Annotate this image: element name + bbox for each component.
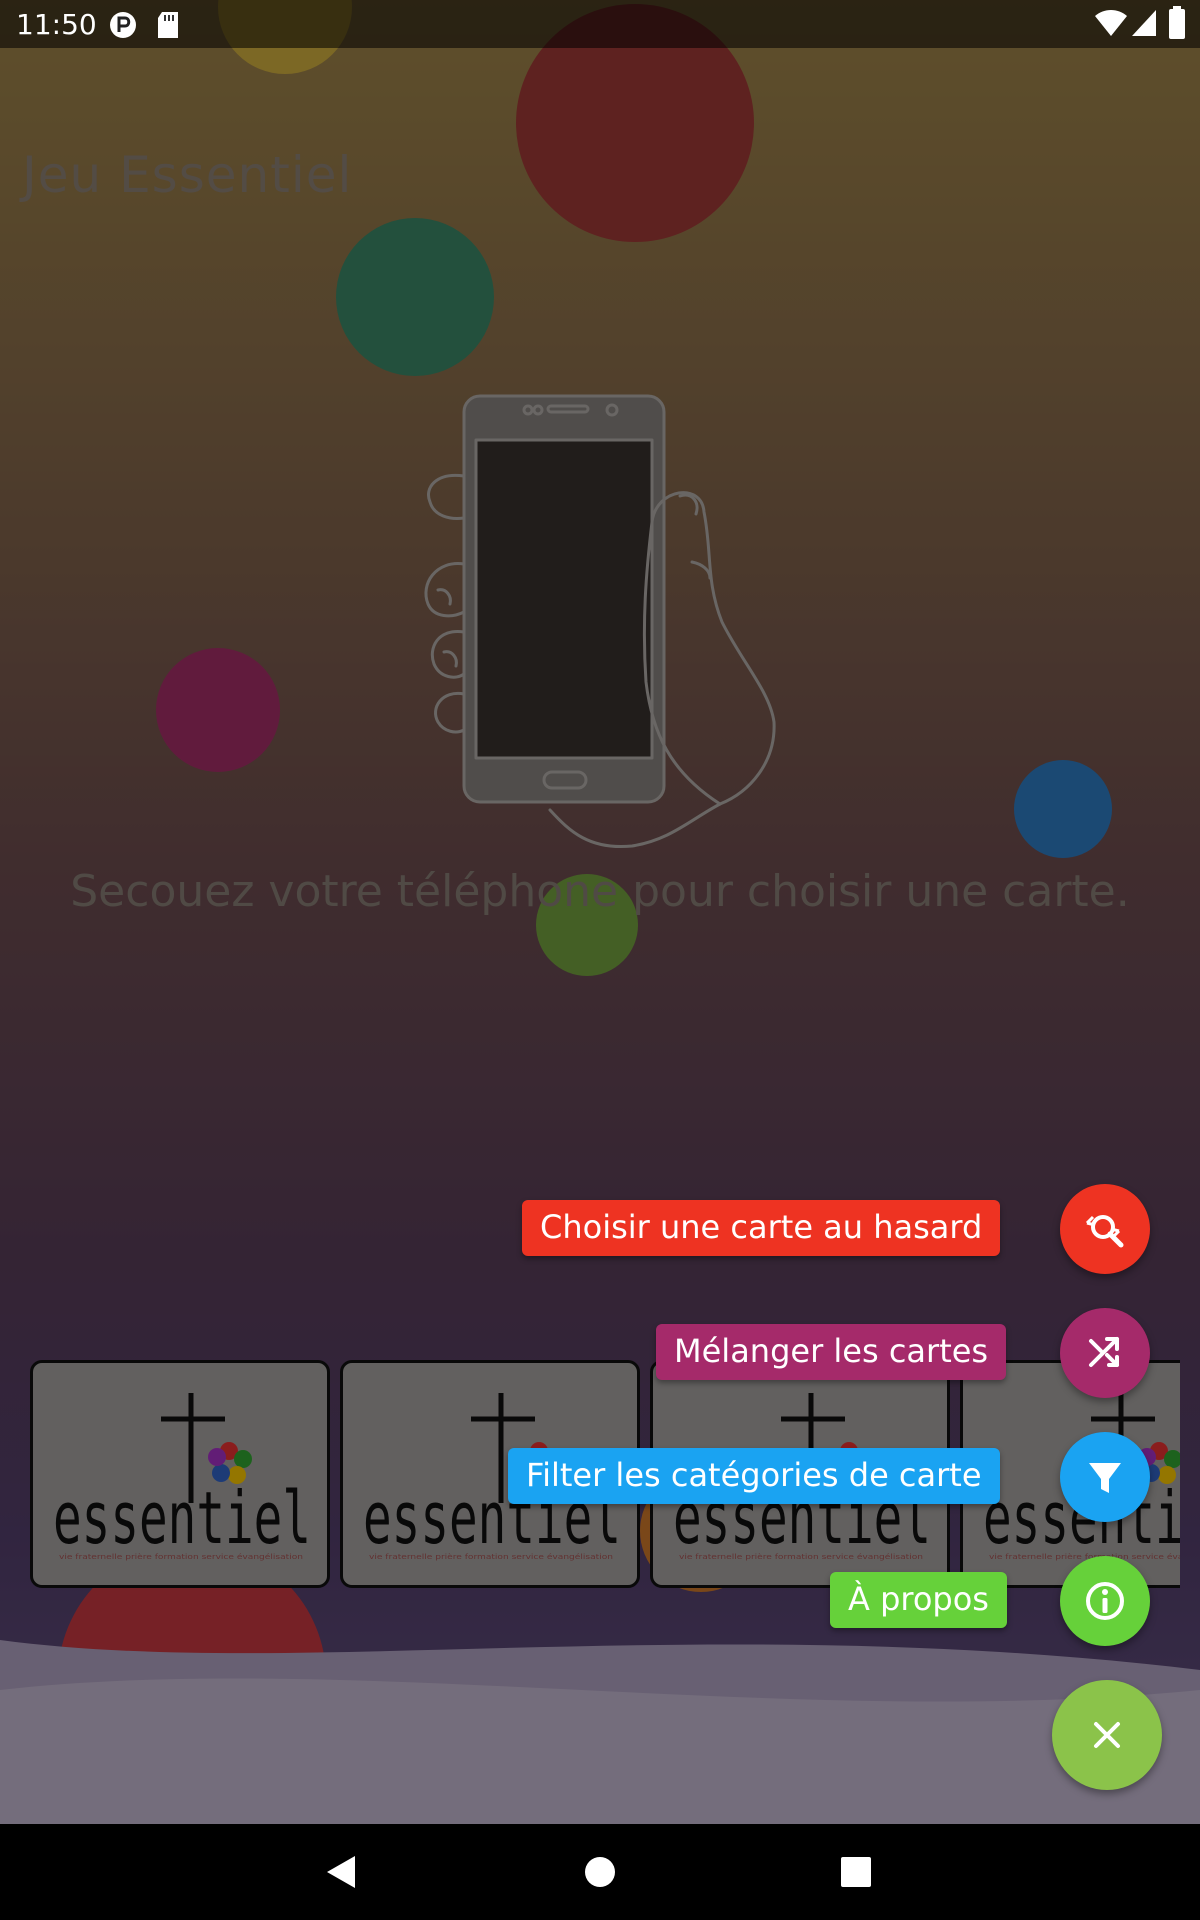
shuffle-cards-label[interactable]: Mélanger les cartes [656, 1324, 1007, 1380]
filter-icon [1089, 1463, 1121, 1493]
about-button[interactable] [1060, 1556, 1150, 1646]
wifi-icon [1095, 10, 1127, 36]
recents-button[interactable] [796, 1824, 916, 1920]
back-icon [327, 1856, 355, 1888]
shuffle-cards-label-text: Mélanger les cartes [674, 1332, 989, 1370]
about-label[interactable]: À propos [830, 1572, 1007, 1628]
home-button[interactable] [540, 1824, 660, 1920]
info-icon [1086, 1582, 1124, 1620]
shuffle-button[interactable] [1060, 1308, 1150, 1398]
about-label-text: À propos [848, 1580, 989, 1618]
filter-categories-label-text: Filter les catégories de carte [526, 1456, 982, 1494]
status-bar: 11:50 [0, 0, 1200, 48]
home-icon [585, 1857, 615, 1887]
filter-categories-label[interactable]: Filter les catégories de carte [508, 1448, 1000, 1504]
close-menu-button[interactable] [1052, 1680, 1162, 1790]
status-time: 11:50 [16, 8, 97, 41]
menu-scrim[interactable] [0, 0, 1200, 1824]
close-icon [1094, 1722, 1120, 1748]
random-card-button[interactable] [1060, 1184, 1150, 1274]
random-search-icon [1085, 1215, 1124, 1248]
shuffle-icon [1089, 1337, 1119, 1367]
recents-icon [841, 1857, 871, 1887]
navigation-bar [0, 1824, 1200, 1920]
signal-icon [1132, 10, 1156, 36]
app-screen: Jeu Essentiel Secouez votre téléphone po… [0, 0, 1200, 1920]
battery-icon [1169, 6, 1185, 39]
sd-card-icon [158, 12, 178, 38]
notification-p-icon [110, 12, 136, 38]
filter-button[interactable] [1060, 1432, 1150, 1522]
back-button[interactable] [282, 1824, 402, 1920]
random-card-label[interactable]: Choisir une carte au hasard [522, 1200, 1001, 1256]
random-card-label-text: Choisir une carte au hasard [540, 1208, 983, 1246]
